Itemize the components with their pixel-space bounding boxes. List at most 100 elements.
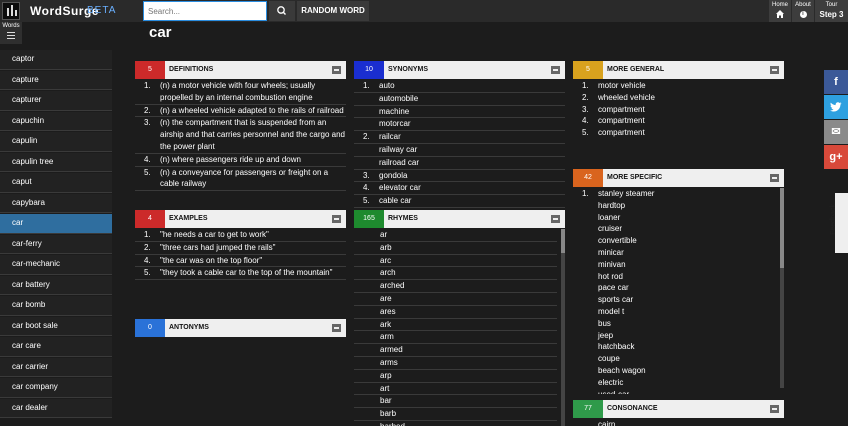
list-item[interactable]: 4. "the car was on the top floor" xyxy=(135,255,346,268)
specific-item[interactable]: used-car xyxy=(573,389,784,394)
specific-item[interactable]: convertible xyxy=(573,235,784,247)
sidebar-word-item[interactable]: caput xyxy=(0,173,112,193)
twitter-icon[interactable] xyxy=(824,95,848,119)
specific-item[interactable]: loaner xyxy=(573,212,784,224)
nav-tour-button[interactable]: Tour Step 3 xyxy=(815,0,848,22)
specific-item[interactable]: beach wagon xyxy=(573,365,784,377)
collapse-icon[interactable] xyxy=(551,66,560,74)
collapse-icon[interactable] xyxy=(770,405,779,413)
nav-about-button[interactable]: About i xyxy=(792,0,814,22)
list-item[interactable]: 1. auto xyxy=(354,80,565,93)
specific-item[interactable]: hatchback xyxy=(573,341,784,353)
rhyme-item[interactable]: armed xyxy=(354,344,557,357)
specific-item[interactable]: minicar xyxy=(573,247,784,259)
sidebar-word-item[interactable]: car care xyxy=(0,337,112,357)
specific-item[interactable]: pace car xyxy=(573,282,784,294)
rhyme-item[interactable]: arch xyxy=(354,267,557,281)
consonance-item[interactable]: cairn xyxy=(573,419,784,426)
sidebar-word-item[interactable]: car company xyxy=(0,378,112,398)
list-item[interactable]: 1. "he needs a car to get to work" xyxy=(135,229,346,242)
list-item[interactable]: 4. compartment xyxy=(573,115,784,127)
list-item[interactable]: 2. (n) a wheeled vehicle adapted to the r… xyxy=(135,105,346,118)
specific-item[interactable]: minivan xyxy=(573,259,784,271)
rhyme-item[interactable]: arm xyxy=(354,331,557,345)
facebook-icon[interactable]: f xyxy=(824,70,848,94)
list-item[interactable]: railroad car xyxy=(354,157,565,170)
list-item[interactable]: 5. "they took a cable car to the top of t… xyxy=(135,267,346,281)
list-item[interactable]: 1. (n) a motor vehicle with four wheels; … xyxy=(135,80,346,105)
list-item[interactable]: 5. (n) a conveyance for passengers or fre… xyxy=(135,167,346,192)
sidebar-word-item[interactable]: capulin tree xyxy=(0,152,112,172)
rhyme-item[interactable]: barbed xyxy=(354,421,557,426)
list-item[interactable]: automobile xyxy=(354,93,565,106)
rhyme-item[interactable]: art xyxy=(354,383,557,396)
collapse-icon[interactable] xyxy=(770,174,779,182)
sidebar-word-item[interactable]: car xyxy=(0,214,112,234)
sidebar-word-item[interactable]: capture xyxy=(0,70,112,90)
rhyme-item[interactable]: arb xyxy=(354,242,557,255)
sidebar-word-item[interactable]: car battery xyxy=(0,275,112,295)
feedback-tab[interactable]: Feedback xyxy=(830,193,848,253)
list-item[interactable]: 2. wheeled vehicle xyxy=(573,92,784,104)
email-icon[interactable]: ✉ xyxy=(824,120,848,144)
nav-home-button[interactable]: Home xyxy=(769,0,791,22)
sidebar-word-item[interactable]: car bomb xyxy=(0,296,112,316)
list-item[interactable]: 4. elevator car xyxy=(354,182,565,196)
more-specific-scrollbar[interactable] xyxy=(780,188,784,388)
antonyms-title: ANTONYMS xyxy=(169,324,209,331)
rhyme-item[interactable]: barb xyxy=(354,408,557,421)
specific-item[interactable]: jeep xyxy=(573,330,784,342)
rhymes-scrollbar[interactable] xyxy=(561,229,565,426)
specific-item[interactable]: bus xyxy=(573,318,784,330)
list-item[interactable]: 2. railcar xyxy=(354,131,565,144)
specific-item[interactable]: sports car xyxy=(573,294,784,306)
rhyme-item[interactable]: are xyxy=(354,293,557,306)
list-item[interactable]: motorcar xyxy=(354,118,565,132)
sidebar-word-item[interactable]: car boot sale xyxy=(0,316,112,336)
list-item[interactable]: 5. cable car xyxy=(354,195,565,208)
collapse-icon[interactable] xyxy=(332,66,341,74)
rhyme-item[interactable]: ares xyxy=(354,306,557,319)
specific-item[interactable]: electric xyxy=(573,377,784,389)
collapse-icon[interactable] xyxy=(551,215,560,223)
list-item[interactable]: 2. "three cars had jumped the rails" xyxy=(135,242,346,255)
specific-item[interactable]: cruiser xyxy=(573,223,784,235)
specific-item[interactable]: model t xyxy=(573,306,784,318)
search-input[interactable] xyxy=(143,1,267,21)
rhyme-item[interactable]: arp xyxy=(354,370,557,383)
specific-item[interactable]: coupe xyxy=(573,353,784,365)
sidebar-word-item[interactable]: car-mechanic xyxy=(0,255,112,275)
rhyme-item[interactable]: ar xyxy=(354,229,557,242)
list-item[interactable]: machine xyxy=(354,106,565,119)
collapse-icon[interactable] xyxy=(332,215,341,223)
rhyme-item[interactable]: arms xyxy=(354,357,557,370)
rhyme-item[interactable]: arched xyxy=(354,280,557,293)
list-item[interactable]: 3. gondola xyxy=(354,170,565,183)
sidebar-word-item[interactable]: car-ferry xyxy=(0,234,112,254)
sidebar-word-item[interactable]: capturer xyxy=(0,91,112,111)
random-word-button[interactable]: RANDOM WORD xyxy=(297,1,369,21)
search-button[interactable] xyxy=(269,1,295,21)
sidebar-word-item[interactable]: car carrier xyxy=(0,357,112,377)
rhyme-item[interactable]: arc xyxy=(354,255,557,268)
sidebar-word-item[interactable]: capulin xyxy=(0,132,112,152)
list-item[interactable]: 4. (n) where passengers ride up and down xyxy=(135,154,346,167)
google-plus-icon[interactable]: g+ xyxy=(824,145,848,169)
collapse-icon[interactable] xyxy=(332,324,341,332)
sidebar-word-item[interactable]: capybara xyxy=(0,193,112,213)
list-item[interactable]: 3. compartment xyxy=(573,104,784,116)
list-item[interactable]: 1. motor vehicle xyxy=(573,80,784,92)
words-toggle[interactable]: Words xyxy=(0,22,22,44)
list-item[interactable]: 5. compartment xyxy=(573,127,784,139)
sidebar-word-item[interactable]: car dealer xyxy=(0,398,112,418)
rhyme-item[interactable]: bar xyxy=(354,395,557,409)
list-item[interactable]: railway car xyxy=(354,144,565,157)
specific-item[interactable]: hot rod xyxy=(573,271,784,283)
rhyme-item[interactable]: ark xyxy=(354,319,557,332)
sidebar-word-item[interactable]: captor xyxy=(0,50,112,70)
specific-item[interactable]: hardtop xyxy=(573,200,784,212)
specific-item[interactable]: 1. stanley steamer xyxy=(573,188,784,200)
collapse-icon[interactable] xyxy=(770,66,779,74)
sidebar-word-item[interactable]: capuchin xyxy=(0,111,112,131)
list-item[interactable]: 3. (n) the compartment that is suspended … xyxy=(135,117,346,154)
